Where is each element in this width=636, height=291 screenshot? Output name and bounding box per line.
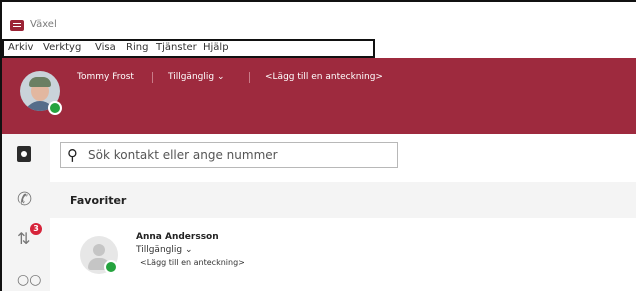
search-icon: ⚲ <box>67 146 78 164</box>
menu-item-hjalp[interactable]: Hjälp <box>203 42 229 53</box>
contacts-book-icon[interactable] <box>17 146 31 162</box>
favorites-title: Favoriter <box>70 194 127 207</box>
title-bar: Växel <box>2 2 636 39</box>
search-input[interactable]: ⚲ Sök kontakt eller ange nummer <box>60 142 398 168</box>
user-status-indicator <box>48 101 62 115</box>
header-divider <box>249 72 250 83</box>
voicemail-icon[interactable]: ○○ <box>17 273 41 287</box>
contact-card[interactable]: Anna Andersson Tillgänglig ⌄ <Lägg till … <box>50 224 636 291</box>
window-border <box>0 0 2 291</box>
phone-icon[interactable]: ✆ <box>17 190 37 210</box>
favorites-header: Favoriter <box>50 182 636 218</box>
menu-item-tjanster[interactable]: Tjänster <box>156 42 197 53</box>
contact-status-indicator <box>104 260 118 274</box>
user-name: Tommy Frost <box>77 72 134 82</box>
missed-calls-badge: 3 <box>30 223 42 235</box>
window-title: Växel <box>30 19 57 30</box>
user-note-field[interactable]: <Lägg till en anteckning> <box>265 72 383 82</box>
left-nav-rail: ✆ ⇅ 3 ○○ <box>2 134 50 291</box>
contact-name: Anna Andersson <box>136 232 219 242</box>
menu-item-visa[interactable]: Visa <box>95 42 116 53</box>
menu-item-arkiv[interactable]: Arkiv <box>8 42 33 53</box>
profile-header: Tommy Frost Tillgänglig ⌄ <Lägg till en … <box>2 58 636 134</box>
search-placeholder: Sök kontakt eller ange nummer <box>88 148 278 162</box>
header-divider <box>152 72 153 83</box>
window-border <box>0 0 636 2</box>
contact-status-dropdown[interactable]: Tillgänglig ⌄ <box>136 245 192 255</box>
menu-item-ring[interactable]: Ring <box>126 42 148 53</box>
menu-item-verktyg[interactable]: Verktyg <box>43 42 81 53</box>
user-status-dropdown[interactable]: Tillgänglig ⌄ <box>168 72 224 82</box>
main-panel: ⚲ Sök kontakt eller ange nummer Favorite… <box>50 134 636 291</box>
app-icon <box>10 20 24 31</box>
menu-bar: Arkiv Verktyg Visa Ring Tjänster Hjälp <box>2 39 375 58</box>
contact-note-field[interactable]: <Lägg till en anteckning> <box>140 258 245 267</box>
